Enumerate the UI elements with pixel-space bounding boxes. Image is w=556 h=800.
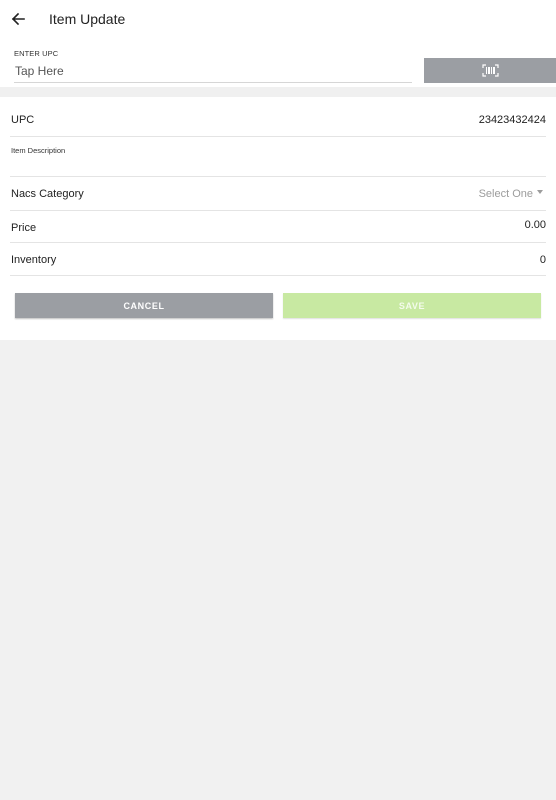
arrow-left-icon [11, 12, 25, 26]
scan-barcode-button[interactable] [424, 58, 556, 83]
price-value[interactable]: 0.00 [525, 219, 546, 231]
caret-down-icon [537, 190, 543, 194]
section-separator [0, 87, 556, 97]
inventory-value[interactable]: 0 [540, 254, 546, 266]
cancel-button[interactable]: CANCEL [15, 293, 273, 318]
top-bar: Item Update [0, 0, 556, 40]
upc-input-underline [14, 82, 412, 83]
upc-value: 23423432424 [478, 114, 546, 126]
divider [10, 210, 546, 211]
nacs-category-value: Select One [478, 188, 533, 200]
divider [10, 275, 546, 276]
divider [10, 136, 546, 137]
nacs-category-label: Nacs Category [11, 188, 84, 200]
page-title: Item Update [49, 11, 126, 27]
upc-input[interactable] [15, 62, 411, 80]
upc-row: UPC 23423432424 [10, 114, 546, 128]
item-update-card: Item Update ENTER UPC UPC 23423432424 It… [0, 0, 556, 340]
inventory-label: Inventory [11, 254, 57, 266]
app-screen: Item Update ENTER UPC UPC 23423432424 It… [0, 0, 556, 800]
nacs-category-select[interactable]: Select One [479, 188, 543, 200]
barcode-icon [481, 64, 499, 77]
item-description-label[interactable]: Item Description [11, 146, 65, 155]
save-button[interactable]: SAVE [283, 293, 541, 318]
upc-entry-label: ENTER UPC [14, 49, 59, 58]
category-row: Nacs Category [10, 188, 546, 202]
divider [10, 176, 546, 177]
back-button[interactable] [10, 9, 28, 29]
price-label: Price [11, 222, 37, 234]
upc-label: UPC [11, 114, 35, 126]
divider [10, 242, 546, 243]
price-row[interactable]: Price 0.00 [10, 219, 546, 235]
inventory-row[interactable]: Inventory 0 [10, 254, 546, 268]
